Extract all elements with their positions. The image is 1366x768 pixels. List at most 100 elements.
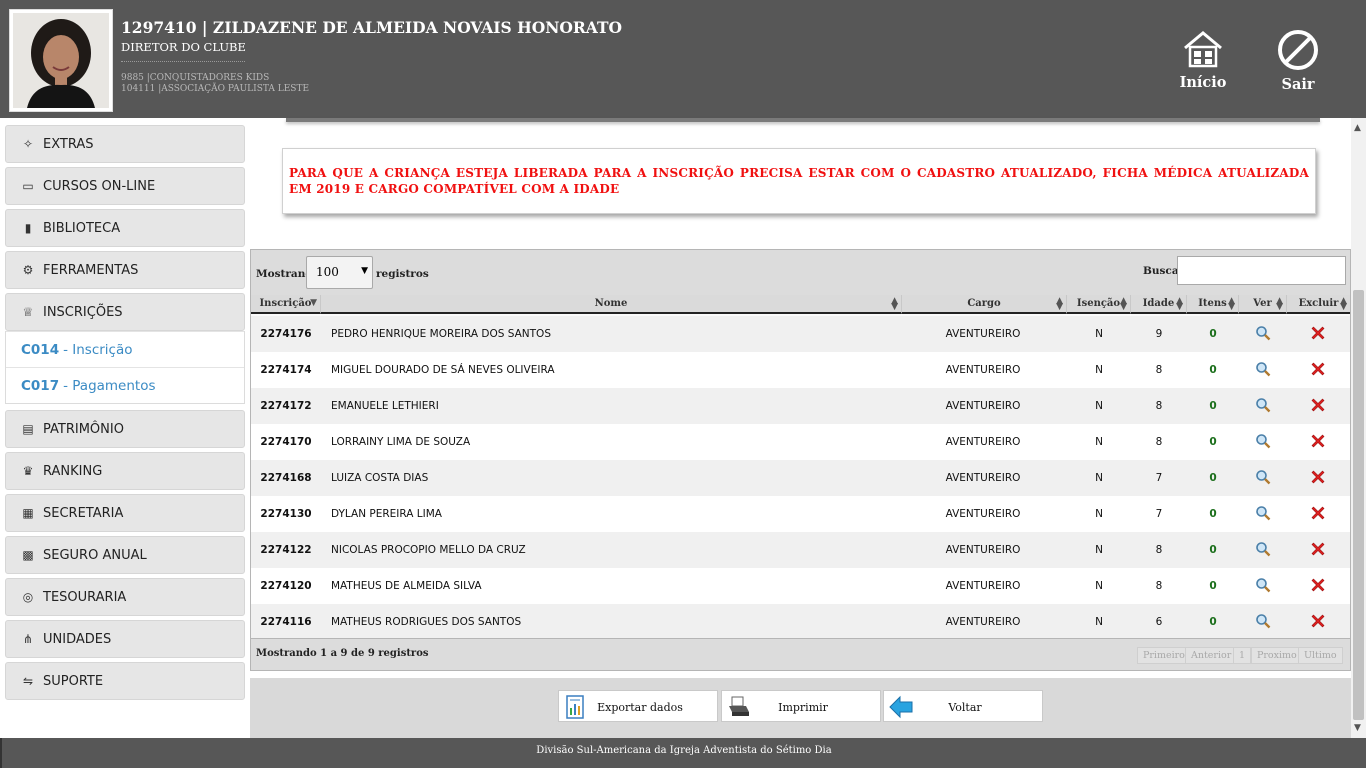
submenu-label: - Pagamentos xyxy=(63,377,156,394)
main-content: PARA QUE A CRIANÇA ESTEJA LIBERADA PARA … xyxy=(250,118,1351,738)
cell-cargo: AVENTUREIRO xyxy=(945,400,1021,412)
panel-shadow xyxy=(286,118,1320,122)
col-cargo[interactable]: Cargo ▲ ▼ xyxy=(902,295,1067,314)
sidebar-item-ferramentas[interactable]: ⚙ FERRAMENTAS xyxy=(5,251,245,289)
view-button[interactable] xyxy=(1239,397,1287,416)
view-button[interactable] xyxy=(1239,541,1287,560)
submenu-item-inscricao[interactable]: C014 - Inscrição xyxy=(6,331,244,367)
table-row: 2274172 EMANUELE LETHIERI AVENTUREIRO N 8 0 xyxy=(251,388,1350,424)
table-row: 2274122 NICOLAS PROCOPIO MELLO DA CRUZ AVE… xyxy=(251,532,1350,568)
table-row: 2274168 LUIZA COSTA DIAS AVENTUREIRO N 7 0 xyxy=(251,460,1350,496)
delete-button[interactable] xyxy=(1287,505,1349,524)
sidebar-item-seguro-anual[interactable]: ▩ SEGURO ANUAL xyxy=(5,536,245,574)
cell-inscricao: 2274170 xyxy=(260,436,312,448)
col-idade[interactable]: Idade ▲ ▼ xyxy=(1131,295,1187,314)
magnifier-icon xyxy=(1256,578,1271,593)
clipboard-icon: ▦ xyxy=(22,506,34,520)
cell-idade: 8 xyxy=(1155,364,1163,376)
col-nome[interactable]: Nome ▲ ▼ xyxy=(321,295,902,314)
page-size-select[interactable]: 100 ▼ xyxy=(306,256,373,289)
cell-itens: 0 xyxy=(1209,472,1217,484)
sidebar-item-tesouraria[interactable]: ◎ TESOURARIA xyxy=(5,578,245,616)
col-itens[interactable]: Itens ▲ ▼ xyxy=(1187,295,1239,314)
sidebar-item-patrimonio[interactable]: ▤ PATRIMÔNIO xyxy=(5,410,245,448)
cell-cargo: AVENTUREIRO xyxy=(945,508,1021,520)
cell-isencao: N xyxy=(1095,364,1103,376)
user-club: 9885 |CONQUISTADORES KIDS xyxy=(121,73,270,83)
delete-button[interactable] xyxy=(1287,361,1349,380)
delete-x-icon xyxy=(1311,326,1325,340)
pagination-next[interactable]: Proximo xyxy=(1251,647,1303,664)
cell-isencao: N xyxy=(1095,328,1103,340)
sidebar-item-suporte[interactable]: ⇋ SUPORTE xyxy=(5,662,245,700)
view-button[interactable] xyxy=(1239,613,1287,632)
sidebar-item-secretaria[interactable]: ▦ SECRETARIA xyxy=(5,494,245,532)
sidebar-item-inscricoes[interactable]: ♕ INSCRIÇÕES xyxy=(5,293,245,331)
pagination-previous[interactable]: Anterior xyxy=(1185,647,1238,664)
back-button[interactable]: Voltar xyxy=(883,690,1043,722)
col-inscricao[interactable]: Inscrição ▼ xyxy=(251,295,321,314)
table-footer: Mostrando 1 a 9 de 9 registros Primeiro … xyxy=(251,638,1350,670)
cell-itens: 0 xyxy=(1209,544,1217,556)
delete-button[interactable] xyxy=(1287,613,1349,632)
user-title: 1297410 | ZILDAZENE DE ALMEIDA NOVAIS HO… xyxy=(121,18,623,37)
notice-message: PARA QUE A CRIANÇA ESTEJA LIBERADA PARA … xyxy=(282,148,1316,214)
sidebar-item-unidades[interactable]: ⋔ UNIDADES xyxy=(5,620,245,658)
delete-x-icon xyxy=(1311,470,1325,484)
sidebar-item-extras[interactable]: ✧ EXTRAS xyxy=(5,125,245,163)
sidebar-item-label: INSCRIÇÕES xyxy=(43,304,123,320)
view-button[interactable] xyxy=(1239,469,1287,488)
view-button[interactable] xyxy=(1239,577,1287,596)
pagination-page[interactable]: 1 xyxy=(1233,647,1252,664)
view-button[interactable] xyxy=(1239,361,1287,380)
view-button[interactable] xyxy=(1239,433,1287,452)
records-label: registros xyxy=(376,268,429,280)
sidebar-item-label: FERRAMENTAS xyxy=(43,262,139,278)
cell-cargo: AVENTUREIRO xyxy=(945,472,1021,484)
dropdown-arrow-icon: ▼ xyxy=(361,266,368,276)
sidebar-item-label: TESOURARIA xyxy=(43,589,127,605)
submenu-code: C017 xyxy=(21,377,60,394)
sidebar-item-ranking[interactable]: ♛ RANKING xyxy=(5,452,245,490)
cell-idade: 8 xyxy=(1155,544,1163,556)
sidebar-item-label: RANKING xyxy=(43,463,103,479)
view-button[interactable] xyxy=(1239,505,1287,524)
col-excluir[interactable]: Excluir ▲ ▼ xyxy=(1287,295,1350,314)
home-button[interactable]: Início xyxy=(1173,30,1233,91)
cell-inscricao: 2274176 xyxy=(260,328,312,340)
sort-both-icon: ▲ ▼ xyxy=(1340,296,1347,312)
view-button[interactable] xyxy=(1239,325,1287,344)
col-isencao[interactable]: Isenção ▲ ▼ xyxy=(1067,295,1131,314)
sidebar-item-biblioteca[interactable]: ▮ BIBLIOTECA xyxy=(5,209,245,247)
cell-nome: PEDRO HENRIQUE MOREIRA DOS SANTOS xyxy=(331,328,551,340)
sidebar-item-label: CURSOS ON-LINE xyxy=(43,178,156,194)
header: 1297410 | ZILDAZENE DE ALMEIDA NOVAIS HO… xyxy=(0,0,1366,118)
scrollbar[interactable]: ▲ ▼ xyxy=(1351,118,1366,738)
sidebar-item-cursos[interactable]: ▭ CURSOS ON-LINE xyxy=(5,167,245,205)
delete-button[interactable] xyxy=(1287,469,1349,488)
scroll-up-arrow-icon[interactable]: ▲ xyxy=(1354,123,1361,133)
print-label: Imprimir xyxy=(778,701,828,714)
delete-button[interactable] xyxy=(1287,325,1349,344)
exit-label: Sair xyxy=(1281,76,1315,93)
magnifier-icon xyxy=(1256,398,1271,413)
exit-button[interactable]: Sair xyxy=(1268,30,1328,93)
pagination-first[interactable]: Primeiro xyxy=(1137,647,1191,664)
table-row: 2274174 MIGUEL DOURADO DE SÁ NEVES OLIVEI… xyxy=(251,352,1350,388)
export-button[interactable]: Exportar dados xyxy=(558,690,718,722)
print-button[interactable]: Imprimir xyxy=(721,690,881,722)
search-input[interactable] xyxy=(1177,256,1346,285)
col-ver[interactable]: Ver ▲ ▼ xyxy=(1239,295,1287,314)
delete-button[interactable] xyxy=(1287,541,1349,560)
scroll-down-arrow-icon[interactable]: ▼ xyxy=(1354,723,1361,733)
pagination-last[interactable]: Ultimo xyxy=(1298,647,1343,664)
delete-button[interactable] xyxy=(1287,397,1349,416)
table-row: 2274130 DYLAN PEREIRA LIMA AVENTUREIRO N 7 0 xyxy=(251,496,1350,532)
delete-button[interactable] xyxy=(1287,433,1349,452)
delete-button[interactable] xyxy=(1287,577,1349,596)
handshake-icon: ⇋ xyxy=(22,674,34,688)
footer: Divisão Sul-Americana da Igreja Adventis… xyxy=(0,738,1366,768)
submenu-item-pagamentos[interactable]: C017 - Pagamentos xyxy=(6,367,244,403)
scrollbar-thumb[interactable] xyxy=(1353,290,1364,720)
cell-isencao: N xyxy=(1095,472,1103,484)
